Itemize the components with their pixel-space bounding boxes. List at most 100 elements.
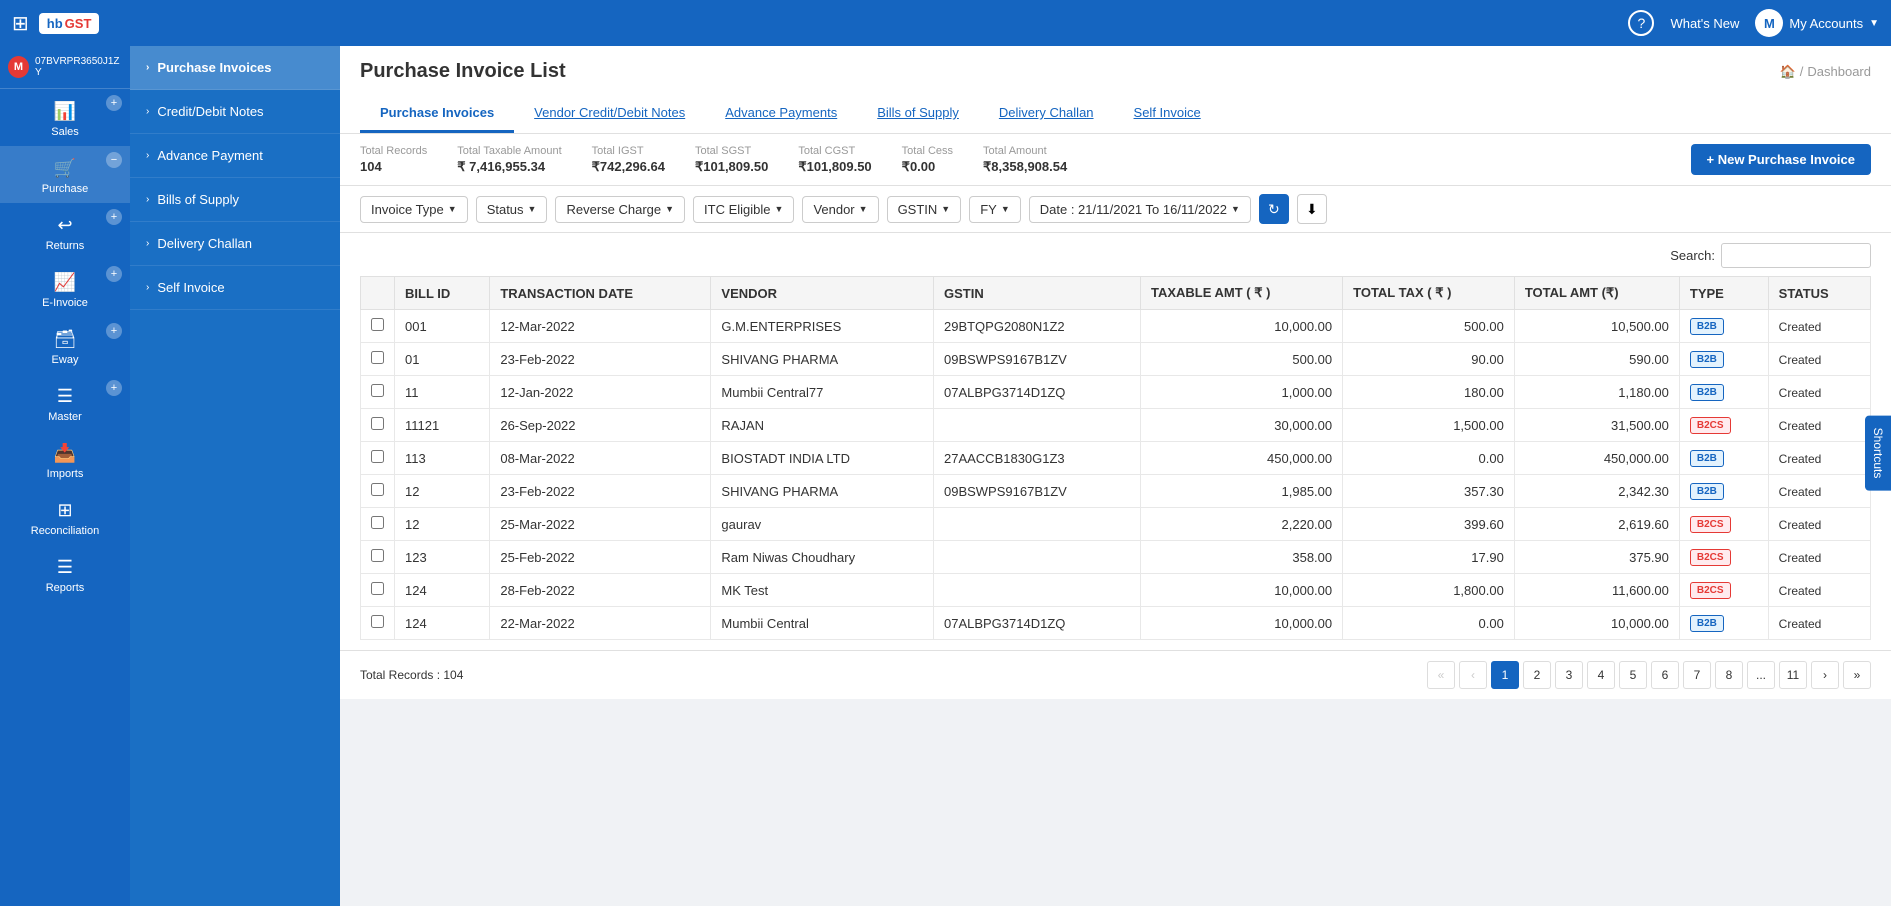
- row-checkbox-cell[interactable]: [361, 343, 395, 376]
- table-row[interactable]: 124 22-Mar-2022 Mumbii Central 07ALBPG37…: [361, 607, 1871, 640]
- fy-filter[interactable]: FY ▼: [969, 196, 1021, 223]
- page-button[interactable]: 4: [1587, 661, 1615, 689]
- tab-advance-payments[interactable]: Advance Payments: [705, 95, 857, 133]
- purchase-minus-icon[interactable]: −: [106, 152, 122, 168]
- sidebar-item-purchase[interactable]: 🛒 Purchase −: [0, 146, 130, 203]
- page-button[interactable]: 1: [1491, 661, 1519, 689]
- page-button[interactable]: 6: [1651, 661, 1679, 689]
- search-input[interactable]: [1721, 243, 1871, 268]
- row-checkbox[interactable]: [371, 417, 384, 430]
- page-button[interactable]: «: [1427, 661, 1455, 689]
- row-checkbox[interactable]: [371, 450, 384, 463]
- submenu-item-credit-debit[interactable]: › Credit/Debit Notes: [130, 90, 340, 134]
- row-checkbox[interactable]: [371, 483, 384, 496]
- master-plus-icon[interactable]: +: [106, 380, 122, 396]
- help-icon[interactable]: ?: [1628, 10, 1654, 36]
- row-checkbox-cell[interactable]: [361, 442, 395, 475]
- row-checkbox-cell[interactable]: [361, 574, 395, 607]
- breadcrumb-home-icon[interactable]: 🏠: [1780, 64, 1796, 80]
- sidebar-item-sales[interactable]: 📊 Sales +: [0, 89, 130, 146]
- page-button[interactable]: 7: [1683, 661, 1711, 689]
- table-row[interactable]: 12 23-Feb-2022 SHIVANG PHARMA 09BSWPS916…: [361, 475, 1871, 508]
- sidebar-item-einvoice[interactable]: 📈 E-Invoice +: [0, 260, 130, 317]
- submenu-item-purchase-invoices[interactable]: › Purchase Invoices: [130, 46, 340, 90]
- row-checkbox-cell[interactable]: [361, 607, 395, 640]
- page-button[interactable]: 5: [1619, 661, 1647, 689]
- page-button[interactable]: ›: [1811, 661, 1839, 689]
- sidebar-item-reconciliation[interactable]: ⊞ Reconciliation: [0, 488, 130, 545]
- row-checkbox[interactable]: [371, 549, 384, 562]
- new-purchase-invoice-button[interactable]: + New Purchase Invoice: [1691, 144, 1871, 175]
- sales-plus-icon[interactable]: +: [106, 95, 122, 111]
- row-checkbox-cell[interactable]: [361, 475, 395, 508]
- date-range-filter[interactable]: Date : 21/11/2021 To 16/11/2022 ▼: [1029, 196, 1251, 223]
- table-row[interactable]: 11121 26-Sep-2022 RAJAN 30,000.00 1,500.…: [361, 409, 1871, 442]
- table-row[interactable]: 113 08-Mar-2022 BIOSTADT INDIA LTD 27AAC…: [361, 442, 1871, 475]
- page-button[interactable]: ‹: [1459, 661, 1487, 689]
- tab-self-invoice[interactable]: Self Invoice: [1114, 95, 1221, 133]
- whats-new-link[interactable]: What's New: [1670, 16, 1739, 31]
- table-row[interactable]: 11 12-Jan-2022 Mumbii Central77 07ALBPG3…: [361, 376, 1871, 409]
- tab-bills-of-supply[interactable]: Bills of Supply: [857, 95, 979, 133]
- returns-plus-icon[interactable]: +: [106, 209, 122, 225]
- grid-icon[interactable]: ⊞: [12, 11, 29, 36]
- type-badge: B2B: [1690, 384, 1724, 401]
- row-total-tax: 17.90: [1343, 541, 1515, 574]
- table-row[interactable]: 001 12-Mar-2022 G.M.ENTERPRISES 29BTQPG2…: [361, 310, 1871, 343]
- eway-plus-icon[interactable]: +: [106, 323, 122, 339]
- tab-purchase-invoices[interactable]: Purchase Invoices: [360, 95, 514, 133]
- sidebar-item-reports[interactable]: ☰ Reports: [0, 545, 130, 602]
- einvoice-plus-icon[interactable]: +: [106, 266, 122, 282]
- submenu-item-advance-payment[interactable]: › Advance Payment: [130, 134, 340, 178]
- col-gstin: GSTIN: [933, 277, 1140, 310]
- sidebar-item-imports[interactable]: 📥 Imports: [0, 431, 130, 488]
- status-filter[interactable]: Status ▼: [476, 196, 548, 223]
- row-taxable-amt: 2,220.00: [1140, 508, 1342, 541]
- itc-eligible-label: ITC Eligible: [704, 202, 770, 217]
- table-row[interactable]: 123 25-Feb-2022 Ram Niwas Choudhary 358.…: [361, 541, 1871, 574]
- sidebar-item-master[interactable]: ☰ Master +: [0, 374, 130, 431]
- download-button[interactable]: ⬇: [1297, 194, 1327, 224]
- table-row[interactable]: 124 28-Feb-2022 MK Test 10,000.00 1,800.…: [361, 574, 1871, 607]
- row-checkbox[interactable]: [371, 384, 384, 397]
- page-button[interactable]: 2: [1523, 661, 1551, 689]
- submenu-item-self-invoice[interactable]: › Self Invoice: [130, 266, 340, 310]
- row-checkbox-cell[interactable]: [361, 376, 395, 409]
- chevron-right-icon: ›: [146, 62, 149, 73]
- row-checkbox-cell[interactable]: [361, 409, 395, 442]
- gstin-filter[interactable]: GSTIN ▼: [887, 196, 962, 223]
- invoice-type-filter[interactable]: Invoice Type ▼: [360, 196, 468, 223]
- tab-delivery-challan[interactable]: Delivery Challan: [979, 95, 1114, 133]
- reverse-charge-filter[interactable]: Reverse Charge ▼: [555, 196, 685, 223]
- row-checkbox[interactable]: [371, 582, 384, 595]
- my-accounts-menu[interactable]: M My Accounts ▼: [1755, 9, 1879, 37]
- page-button[interactable]: »: [1843, 661, 1871, 689]
- page-button[interactable]: ...: [1747, 661, 1775, 689]
- submenu-item-delivery-challan[interactable]: › Delivery Challan: [130, 222, 340, 266]
- refresh-button[interactable]: ↻: [1259, 194, 1289, 224]
- logo[interactable]: hb GST: [39, 13, 100, 34]
- page-button[interactable]: 8: [1715, 661, 1743, 689]
- breadcrumb-page[interactable]: Dashboard: [1807, 64, 1871, 79]
- itc-eligible-filter[interactable]: ITC Eligible ▼: [693, 196, 794, 223]
- table-body: 001 12-Mar-2022 G.M.ENTERPRISES 29BTQPG2…: [361, 310, 1871, 640]
- submenu-item-bills-of-supply[interactable]: › Bills of Supply: [130, 178, 340, 222]
- row-checkbox[interactable]: [371, 318, 384, 331]
- col-type: TYPE: [1679, 277, 1768, 310]
- tab-vendor-credit[interactable]: Vendor Credit/Debit Notes: [514, 95, 705, 133]
- sidebar-item-returns[interactable]: ↩ Returns +: [0, 203, 130, 260]
- row-checkbox-cell[interactable]: [361, 541, 395, 574]
- sidebar-item-eway[interactable]: 🗃 Eway +: [0, 317, 130, 374]
- table-row[interactable]: 01 23-Feb-2022 SHIVANG PHARMA 09BSWPS916…: [361, 343, 1871, 376]
- table-head: BILL ID TRANSACTION DATE VENDOR GSTIN TA…: [361, 277, 1871, 310]
- row-checkbox[interactable]: [371, 351, 384, 364]
- row-checkbox[interactable]: [371, 615, 384, 628]
- row-checkbox[interactable]: [371, 516, 384, 529]
- vendor-filter[interactable]: Vendor ▼: [802, 196, 878, 223]
- page-button[interactable]: 3: [1555, 661, 1583, 689]
- table-row[interactable]: 12 25-Mar-2022 gaurav 2,220.00 399.60 2,…: [361, 508, 1871, 541]
- row-checkbox-cell[interactable]: [361, 310, 395, 343]
- shortcuts-tab[interactable]: Shortcuts: [1865, 416, 1891, 491]
- page-button[interactable]: 11: [1779, 661, 1807, 689]
- row-checkbox-cell[interactable]: [361, 508, 395, 541]
